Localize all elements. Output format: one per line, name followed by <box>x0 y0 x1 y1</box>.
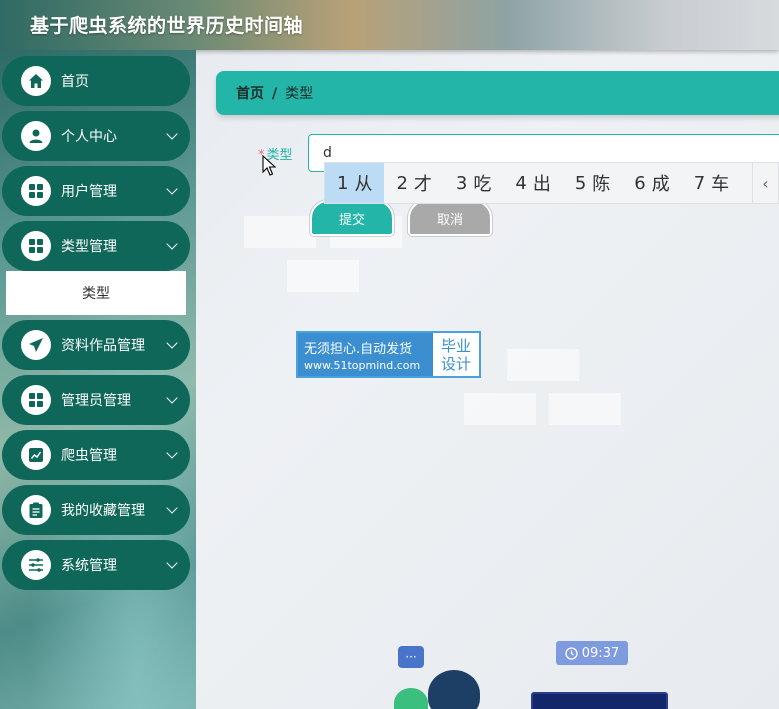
illustration-monitor <box>531 692 668 709</box>
send-icon <box>21 330 51 360</box>
chevron-down-icon <box>166 557 178 569</box>
time-badge: 09:37 <box>556 641 628 665</box>
sidebar-item-label: 我的收藏管理 <box>61 503 145 519</box>
breadcrumb-separator: / <box>272 86 278 102</box>
sidebar-item-label: 首页 <box>61 74 89 90</box>
chevron-down-icon <box>166 392 178 404</box>
breadcrumb: 首页 / 类型 <box>216 71 779 115</box>
sidebar-item-label: 管理员管理 <box>61 393 131 409</box>
time-text: 09:37 <box>581 645 620 661</box>
chevron-down-icon <box>166 128 178 140</box>
background-placeholder <box>287 260 359 292</box>
clock-icon <box>565 646 578 660</box>
sidebar-item-admin-management[interactable]: 管理员管理 <box>2 375 190 425</box>
home-icon <box>21 66 51 96</box>
sidebar-item-favorites-management[interactable]: 我的收藏管理 <box>2 485 190 535</box>
watermark-ad: 无须担心.自动发货 www.51topmind.com 毕业 设计 <box>296 331 481 378</box>
background-placeholder <box>464 393 536 425</box>
chart-icon <box>21 440 51 470</box>
cancel-button[interactable]: 取消 <box>408 200 492 236</box>
sidebar-item-materials-management[interactable]: 资料作品管理 <box>2 320 190 370</box>
ime-candidate[interactable]: 6成 <box>622 163 681 203</box>
app-header: 基于爬虫系统的世界历史时间轴 <box>0 0 779 50</box>
ime-candidate[interactable]: 2才 <box>384 163 443 203</box>
breadcrumb-current: 类型 <box>285 86 314 102</box>
sidebar-item-label: 用户管理 <box>61 184 117 200</box>
grid-icon <box>21 231 51 261</box>
sidebar: 首页 个人中心 用户管理 类型管理 资料作品管理 管理员管理 爬虫管理 我的收藏… <box>0 50 196 709</box>
illustration-plant <box>394 688 428 709</box>
breadcrumb-home[interactable]: 首页 <box>236 86 264 102</box>
chevron-down-icon <box>166 447 178 459</box>
ime-candidate[interactable]: 1从 <box>325 163 385 203</box>
chevron-down-icon <box>166 502 178 514</box>
clipboard-icon <box>21 495 51 525</box>
ime-candidate[interactable]: 5陈 <box>563 163 622 203</box>
sliders-icon <box>21 550 51 580</box>
submenu-item-type[interactable]: 类型 <box>6 271 186 315</box>
background-placeholder <box>507 349 579 381</box>
ad-tag-1: 毕业 <box>440 336 471 355</box>
app-title: 基于爬虫系统的世界历史时间轴 <box>30 15 304 37</box>
sidebar-item-system-management[interactable]: 系统管理 <box>2 540 190 590</box>
ime-candidate-bar: 1从 2才 3吃 4出 5陈 6成 7车 ‹ <box>324 162 779 204</box>
ad-slogan: 无须担心.自动发货 <box>304 341 413 357</box>
submit-button[interactable]: 提交 <box>310 200 394 236</box>
sidebar-item-label: 类型管理 <box>61 239 117 255</box>
background-placeholder <box>549 393 621 425</box>
ad-url: www.51topmind.com <box>304 358 421 372</box>
chevron-down-icon <box>166 337 178 349</box>
sidebar-item-type-management[interactable]: 类型管理 <box>2 221 190 271</box>
ime-candidate[interactable]: 4出 <box>503 163 562 203</box>
user-icon <box>21 121 51 151</box>
sidebar-item-label: 资料作品管理 <box>61 338 145 354</box>
sidebar-item-personal-center[interactable]: 个人中心 <box>2 111 190 161</box>
sidebar-item-user-management[interactable]: 用户管理 <box>2 166 190 216</box>
grid-icon <box>21 385 51 415</box>
ad-tag-2: 设计 <box>440 354 471 373</box>
mouse-cursor-icon <box>262 155 276 176</box>
sidebar-item-label: 爬虫管理 <box>61 448 117 464</box>
chevron-down-icon <box>166 238 178 250</box>
ime-prev-page-icon[interactable]: ‹ <box>752 163 778 203</box>
grid-icon <box>21 176 51 206</box>
sidebar-item-home[interactable]: 首页 <box>2 56 190 106</box>
sidebar-item-label: 系统管理 <box>61 558 117 574</box>
sidebar-item-label: 个人中心 <box>61 129 117 145</box>
ime-candidate[interactable]: 7车 <box>682 163 741 203</box>
ime-candidate[interactable]: 3吃 <box>444 163 503 203</box>
chevron-down-icon <box>166 183 178 195</box>
background-placeholder <box>244 216 316 248</box>
sidebar-item-crawler-management[interactable]: 爬虫管理 <box>2 430 190 480</box>
chat-bubble-icon: ··· <box>398 646 424 668</box>
illustration-person <box>428 670 480 709</box>
